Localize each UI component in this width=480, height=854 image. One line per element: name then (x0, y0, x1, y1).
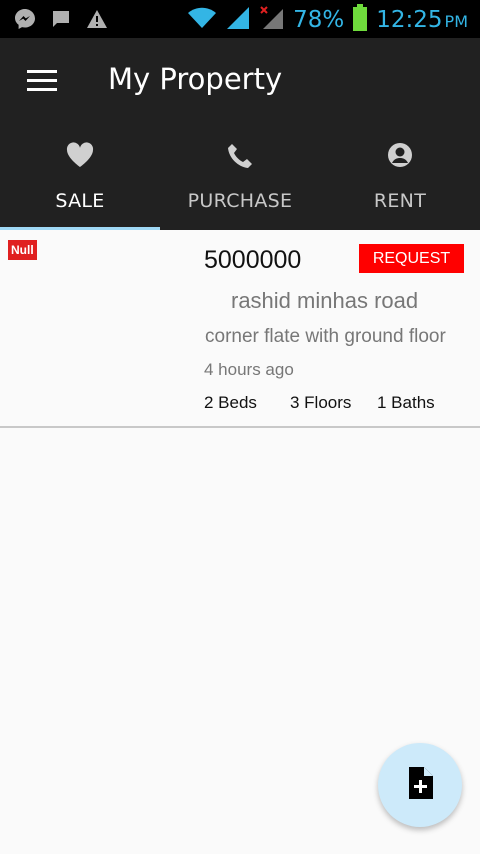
status-bar: 78% 12:25 PM (0, 0, 480, 38)
tab-purchase[interactable]: PURCHASE (160, 130, 320, 230)
page-title: My Property (108, 62, 283, 96)
tab-sale[interactable]: SALE (0, 130, 160, 230)
signal-icon (225, 5, 251, 35)
heart-icon (66, 142, 94, 172)
clock-time: 12:25 (376, 7, 443, 33)
posted-time: 4 hours ago (204, 360, 294, 379)
clock: 12:25 PM (376, 7, 468, 33)
beds-count: 2 Beds (204, 393, 257, 412)
system-status: 78% 12:25 PM (187, 4, 468, 36)
tab-purchase-label: PURCHASE (187, 190, 293, 212)
property-price: 5000000 (204, 246, 302, 274)
phone-icon (226, 142, 254, 174)
hamburger-menu-icon[interactable] (27, 70, 57, 92)
messenger-icon (14, 8, 36, 30)
battery-icon (352, 4, 368, 36)
add-document-icon (407, 767, 433, 803)
notification-icons (14, 8, 108, 30)
app-toolbar: My Property SALE PURCHASE RENT (0, 38, 480, 230)
property-address: rashid minhas road (231, 288, 419, 313)
tab-sale-label: SALE (55, 190, 105, 212)
warning-icon (86, 8, 108, 30)
person-icon (387, 142, 413, 172)
signal-noservice-icon (259, 5, 285, 35)
card-divider (0, 426, 480, 428)
image-placeholder-badge: Null (8, 240, 37, 260)
tab-rent[interactable]: RENT (320, 130, 480, 230)
battery-percent: 78% (293, 7, 345, 33)
baths-count: 1 Baths (377, 393, 435, 412)
clock-ampm: PM (444, 12, 468, 31)
message-icon (50, 8, 72, 30)
floors-count: 3 Floors (290, 393, 352, 412)
request-button[interactable]: REQUEST (359, 244, 464, 273)
wifi-icon (187, 6, 217, 34)
add-property-button[interactable] (378, 743, 462, 827)
tab-rent-label: RENT (373, 190, 427, 212)
property-card[interactable]: Null 5000000 REQUEST rashid minhas road … (0, 230, 480, 427)
property-description: corner flate with ground floor (205, 326, 446, 347)
tab-bar: SALE PURCHASE RENT (0, 130, 480, 230)
